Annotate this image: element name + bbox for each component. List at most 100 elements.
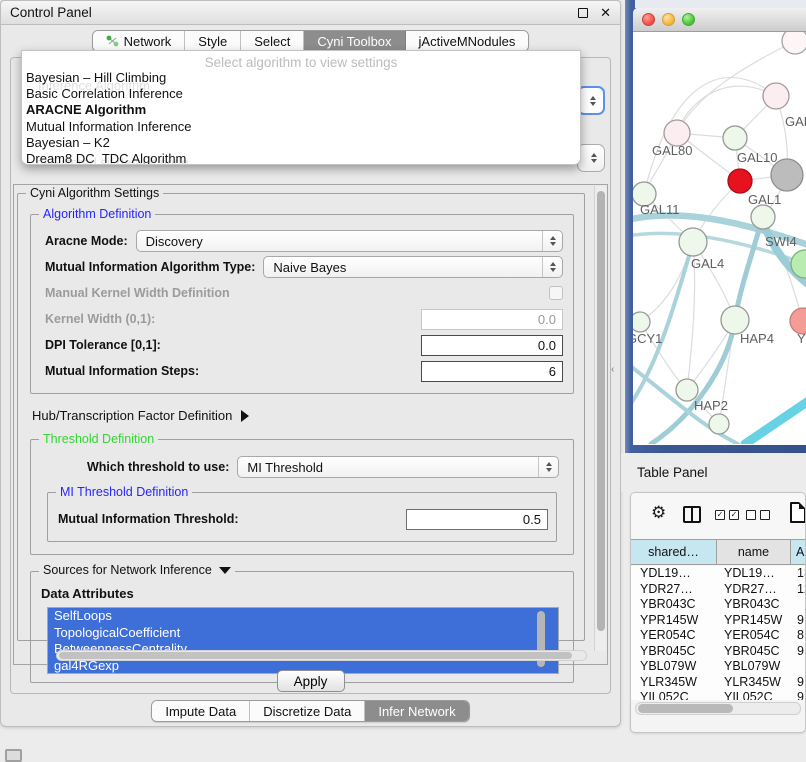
- node-label: GAL: [785, 114, 806, 129]
- tab-style[interactable]: Style: [185, 31, 241, 51]
- settings-vertical-scrollbar[interactable]: [594, 186, 606, 651]
- desktop-background: GAL80 GAL10 GAL1 GAL11 SWI4 GAL4 HAP4 HA…: [625, 0, 806, 453]
- export-table-icon[interactable]: [790, 502, 806, 523]
- gear-icon[interactable]: ⚙: [651, 504, 666, 521]
- network-canvas[interactable]: GAL80 GAL10 GAL1 GAL11 SWI4 GAL4 HAP4 HA…: [633, 32, 806, 444]
- stepper-arrows-icon: [542, 231, 562, 251]
- cyni-settings-group-title: Cyni Algorithm Settings: [26, 186, 163, 200]
- table-row[interactable]: YLR345W YLR345W 9.: [631, 675, 805, 691]
- columns-icon[interactable]: [683, 506, 701, 523]
- tab-select[interactable]: Select: [241, 31, 304, 51]
- table-panel-title: Table Panel: [637, 465, 708, 480]
- list-item[interactable]: SelfLoops: [48, 608, 558, 625]
- table-row[interactable]: YDL19… YDL19… 13: [631, 566, 805, 582]
- float-window-icon[interactable]: [578, 8, 588, 18]
- sources-expander[interactable]: Sources for Network Inference: [43, 563, 231, 577]
- data-attributes-label: Data Attributes: [41, 586, 565, 601]
- aracne-mode-label: Aracne Mode:: [45, 234, 128, 248]
- aracne-mode-combo[interactable]: Discovery: [136, 230, 563, 252]
- dpi-tolerance-input[interactable]: 0.0: [421, 335, 563, 356]
- popup-item-bayesian-k2[interactable]: Bayesian – K2: [22, 135, 580, 151]
- cell: YBR043C: [717, 597, 791, 613]
- hub-transcription-factor-label: Hub/Transcription Factor Definition: [32, 408, 232, 423]
- table-row[interactable]: YER054C YER054C 8.: [631, 628, 805, 644]
- algorithm-definition-title: Algorithm Definition: [39, 207, 155, 221]
- mi-algorithm-type-combo[interactable]: Naive Bayes: [263, 256, 563, 278]
- table-row[interactable]: YDR27… YDR27… 12: [631, 582, 805, 598]
- popup-item-basic-correlation[interactable]: Basic Correlation Inference: [22, 86, 580, 102]
- cell: YLR345W: [717, 675, 791, 691]
- popup-item-mutual-information[interactable]: Mutual Information Inference: [22, 119, 580, 135]
- dpi-tolerance-label: DPI Tolerance [0,1]:: [45, 338, 161, 352]
- cell: YBL079W: [717, 659, 791, 675]
- table-row[interactable]: YBL079W YBL079W: [631, 659, 805, 675]
- popup-item-dream8[interactable]: Dream8 DC_TDC Algorithm: [22, 151, 580, 165]
- show-all-columns-icon[interactable]: ✓ ✓: [715, 510, 739, 520]
- bottom-tabbar: Impute Data Discretize Data Infer Networ…: [1, 700, 620, 722]
- cell: YDR27…: [717, 582, 791, 598]
- apply-button[interactable]: Apply: [277, 670, 345, 692]
- minimize-traffic-light-icon[interactable]: [662, 13, 675, 26]
- tab-network[interactable]: Network: [93, 31, 186, 51]
- column-header-name[interactable]: name: [717, 540, 791, 564]
- mi-steps-label: Mutual Information Steps:: [45, 364, 199, 378]
- kernel-width-input[interactable]: 0.0: [421, 309, 563, 330]
- expander-expanded-icon: [219, 567, 231, 574]
- tab-select-label: Select: [254, 34, 290, 49]
- manual-kernel-width-row: Manual Kernel Width Definition: [45, 281, 563, 305]
- table-rows: YDL19… YDL19… 13 YDR27… YDR27… 12 YBR043…: [631, 566, 805, 700]
- cell: 9.: [791, 690, 805, 700]
- popup-item-aracne[interactable]: ARACNE Algorithm: [22, 102, 580, 118]
- table-row[interactable]: YIL052C YIL052C 9.: [631, 690, 805, 700]
- node-label: GCY1: [633, 331, 662, 346]
- stepper-arrows-icon: [538, 457, 558, 477]
- node-label: GAL10: [737, 150, 777, 165]
- settings-horizontal-scrollbar[interactable]: [56, 650, 587, 661]
- tab-discretize-data[interactable]: Discretize Data: [250, 701, 365, 721]
- manual-kernel-width-checkbox[interactable]: [549, 286, 563, 300]
- mi-threshold-input[interactable]: 0.5: [406, 509, 548, 530]
- mi-steps-row: Mutual Information Steps: 6: [45, 359, 563, 383]
- hidden-combo-focused-fragment: [577, 86, 605, 115]
- table-row[interactable]: YBR043C YBR043C: [631, 597, 805, 613]
- tab-impute-data[interactable]: Impute Data: [152, 701, 250, 721]
- stepper-arrows-icon: [583, 88, 603, 113]
- which-threshold-value: MI Threshold: [247, 460, 323, 475]
- collapsed-panel-icon[interactable]: [5, 749, 22, 762]
- tab-cyni-toolbox[interactable]: Cyni Toolbox: [304, 31, 405, 51]
- table-row[interactable]: YBR045C YBR045C 9.: [631, 644, 805, 660]
- node-label: SWI4: [765, 234, 797, 249]
- mi-threshold-definition-group: MI Threshold Definition Mutual Informati…: [47, 492, 557, 542]
- list-item[interactable]: TopologicalCoefficient: [48, 625, 558, 642]
- cell: 9.: [791, 644, 805, 660]
- mi-steps-input[interactable]: 6: [421, 361, 563, 382]
- which-threshold-combo[interactable]: MI Threshold: [237, 456, 559, 478]
- tab-jactivemnodules[interactable]: jActiveMNodules: [406, 31, 529, 51]
- zoom-traffic-light-icon[interactable]: [682, 13, 695, 26]
- close-traffic-light-icon[interactable]: [642, 13, 655, 26]
- table-header-row: shared… name A: [631, 539, 805, 565]
- network-window-titlebar[interactable]: [633, 8, 806, 32]
- cell: 9.: [791, 613, 805, 629]
- which-threshold-row: Which threshold to use: MI Threshold: [87, 456, 559, 478]
- popup-item-bayesian-hill-climbing[interactable]: Bayesian – Hill Climbing: [22, 70, 580, 86]
- aracne-mode-row: Aracne Mode: Discovery: [45, 229, 563, 253]
- threshold-definition-title: Threshold Definition: [39, 432, 158, 446]
- kernel-width-label: Kernel Width (0,1):: [45, 312, 155, 326]
- table-horizontal-scrollbar[interactable]: [635, 702, 801, 715]
- algorithm-definition-group: Algorithm Definition Aracne Mode: Discov…: [30, 214, 574, 394]
- cell: YIL052C: [631, 690, 717, 700]
- column-header-partial[interactable]: A: [791, 540, 805, 564]
- network-view-window: GAL80 GAL10 GAL1 GAL11 SWI4 GAL4 HAP4 HA…: [633, 8, 806, 445]
- table-row[interactable]: YPR145W YPR145W 9.: [631, 613, 805, 629]
- mi-algorithm-type-row: Mutual Information Algorithm Type: Naive…: [45, 255, 563, 279]
- cell: YDR27…: [631, 582, 717, 598]
- hide-all-columns-icon[interactable]: [746, 510, 770, 520]
- tab-infer-network-label: Infer Network: [378, 704, 455, 719]
- mi-threshold-row: Mutual Information Threshold: 0.5: [58, 507, 548, 531]
- splitter-handle[interactable]: ‹: [611, 364, 614, 375]
- column-header-shared-name[interactable]: shared…: [631, 540, 717, 564]
- tab-infer-network[interactable]: Infer Network: [365, 701, 468, 721]
- close-icon[interactable]: ✕: [600, 6, 611, 19]
- hub-transcription-factor-expander[interactable]: Hub/Transcription Factor Definition: [32, 408, 574, 423]
